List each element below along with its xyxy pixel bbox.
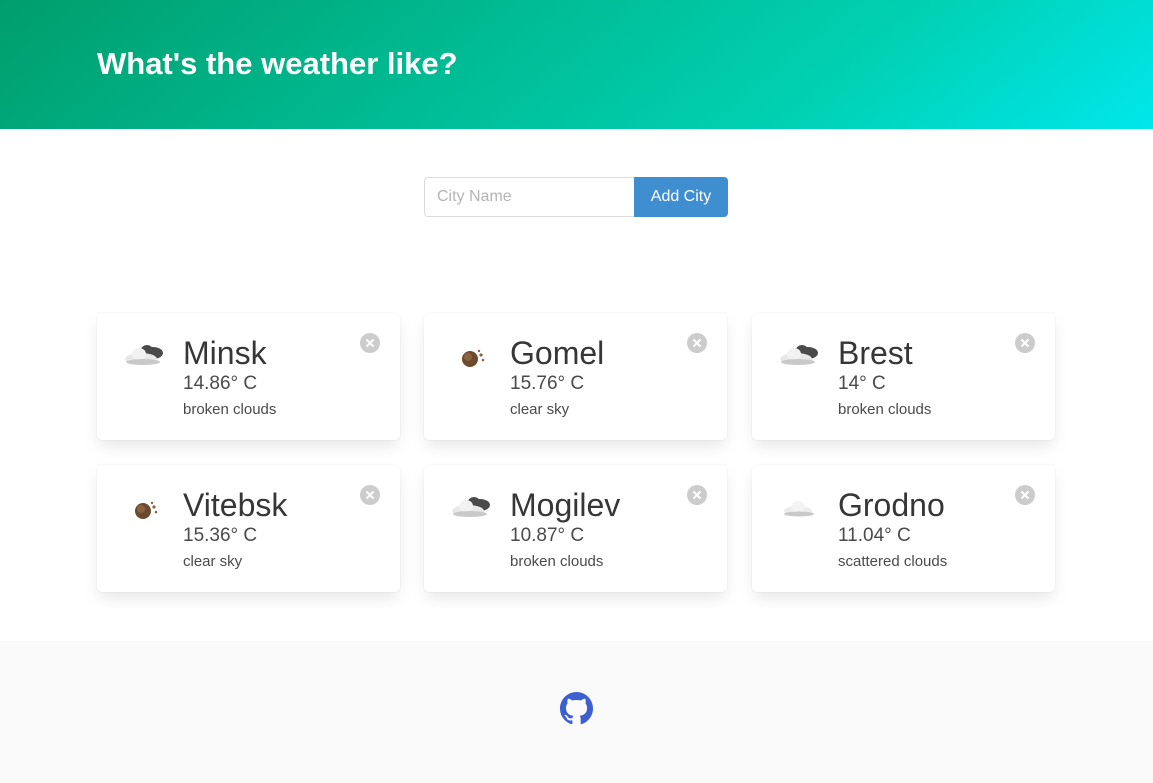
github-link[interactable]	[560, 692, 593, 725]
city-card: Minsk 14.86° C broken clouds	[97, 313, 400, 440]
city-name: Vitebsk	[183, 487, 288, 523]
add-city-button[interactable]: Add City	[634, 177, 728, 217]
city-name: Grodno	[838, 487, 945, 523]
city-card: Gomel 15.76° C clear sky	[424, 313, 727, 440]
city-temperature: 14° C	[838, 373, 886, 394]
weather-description: broken clouds	[510, 553, 604, 570]
broken-clouds-icon	[780, 345, 818, 365]
city-temperature: 10.87° C	[510, 525, 585, 546]
delete-city-button[interactable]	[360, 485, 380, 505]
city-name: Brest	[838, 335, 913, 371]
weather-description: broken clouds	[183, 401, 277, 418]
github-icon	[560, 692, 593, 725]
delete-city-button[interactable]	[1015, 333, 1035, 353]
city-name: Mogilev	[510, 487, 621, 523]
city-name: Minsk	[183, 335, 267, 371]
city-card: Brest 14° C broken clouds	[752, 313, 1055, 440]
page-title: What's the weather like?	[97, 46, 458, 81]
weather-description: clear sky	[510, 401, 570, 418]
hero-header: What's the weather like?	[0, 0, 1153, 129]
clear-sky-icon	[462, 349, 485, 367]
broken-clouds-icon	[125, 345, 163, 365]
city-name-input[interactable]	[424, 177, 634, 217]
broken-clouds-icon	[452, 497, 490, 517]
footer	[0, 641, 1153, 783]
city-temperature: 11.04° C	[838, 525, 911, 546]
city-temperature: 14.86° C	[183, 373, 258, 394]
delete-city-button[interactable]	[687, 485, 707, 505]
city-card: Mogilev 10.87° C broken clouds	[424, 465, 727, 592]
clear-sky-icon	[135, 501, 158, 519]
delete-city-button[interactable]	[687, 333, 707, 353]
weather-description: clear sky	[183, 553, 243, 570]
add-city-form: Add City	[424, 177, 728, 217]
scattered-clouds-icon	[784, 501, 814, 517]
delete-city-button[interactable]	[1015, 485, 1035, 505]
city-name: Gomel	[510, 335, 605, 371]
city-temperature: 15.36° C	[183, 525, 258, 546]
weather-description: broken clouds	[838, 401, 932, 418]
city-card: Vitebsk 15.36° C clear sky	[97, 465, 400, 592]
delete-city-button[interactable]	[360, 333, 380, 353]
city-temperature: 15.76° C	[510, 373, 585, 394]
city-card: Grodno 11.04° C scattered clouds	[752, 465, 1055, 592]
weather-description: scattered clouds	[838, 553, 948, 570]
